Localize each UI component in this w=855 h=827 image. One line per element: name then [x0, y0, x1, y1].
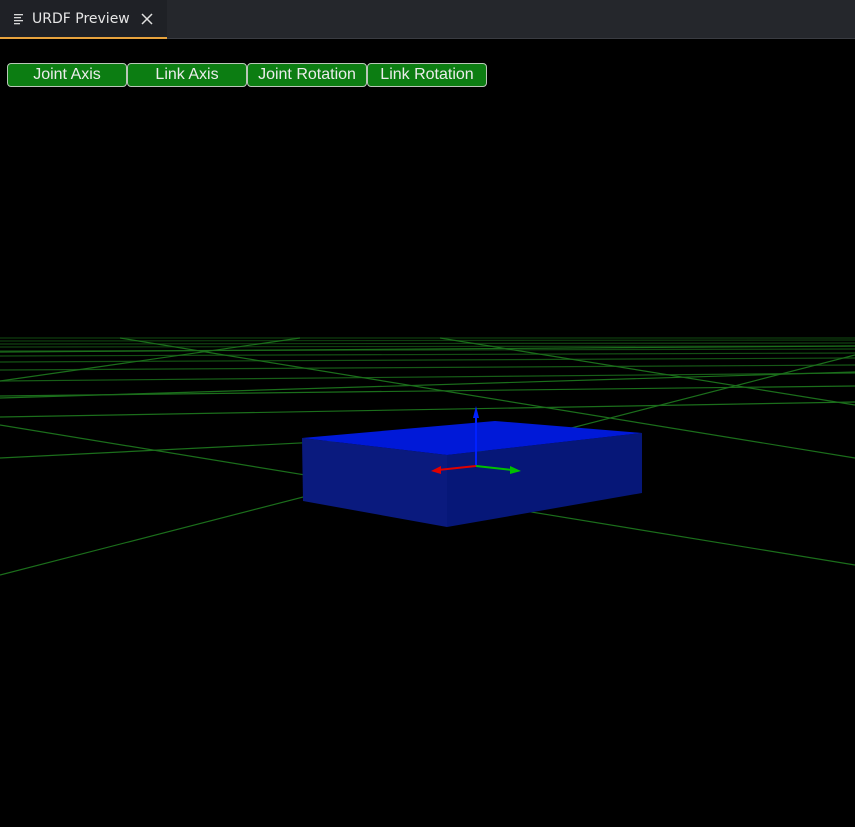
3d-viewport[interactable]: Joint Axis Link Axis Joint Rotation Link… — [0, 40, 855, 827]
close-icon[interactable] — [140, 12, 154, 26]
file-lines-icon — [14, 13, 26, 25]
scene-canvas[interactable] — [0, 40, 855, 827]
visualization-toolbar: Joint Axis Link Axis Joint Rotation Link… — [7, 63, 487, 87]
tab-urdf-preview[interactable]: URDF Preview — [0, 0, 167, 39]
link-axis-button[interactable]: Link Axis — [127, 63, 247, 87]
z-axis-arrow-icon — [473, 406, 479, 418]
joint-rotation-button[interactable]: Joint Rotation — [247, 63, 367, 87]
link-box[interactable] — [302, 421, 642, 527]
joint-axis-button[interactable]: Joint Axis — [7, 63, 127, 87]
link-rotation-button[interactable]: Link Rotation — [367, 63, 487, 87]
tab-title: URDF Preview — [32, 10, 130, 27]
tab-bar: URDF Preview — [0, 0, 855, 39]
